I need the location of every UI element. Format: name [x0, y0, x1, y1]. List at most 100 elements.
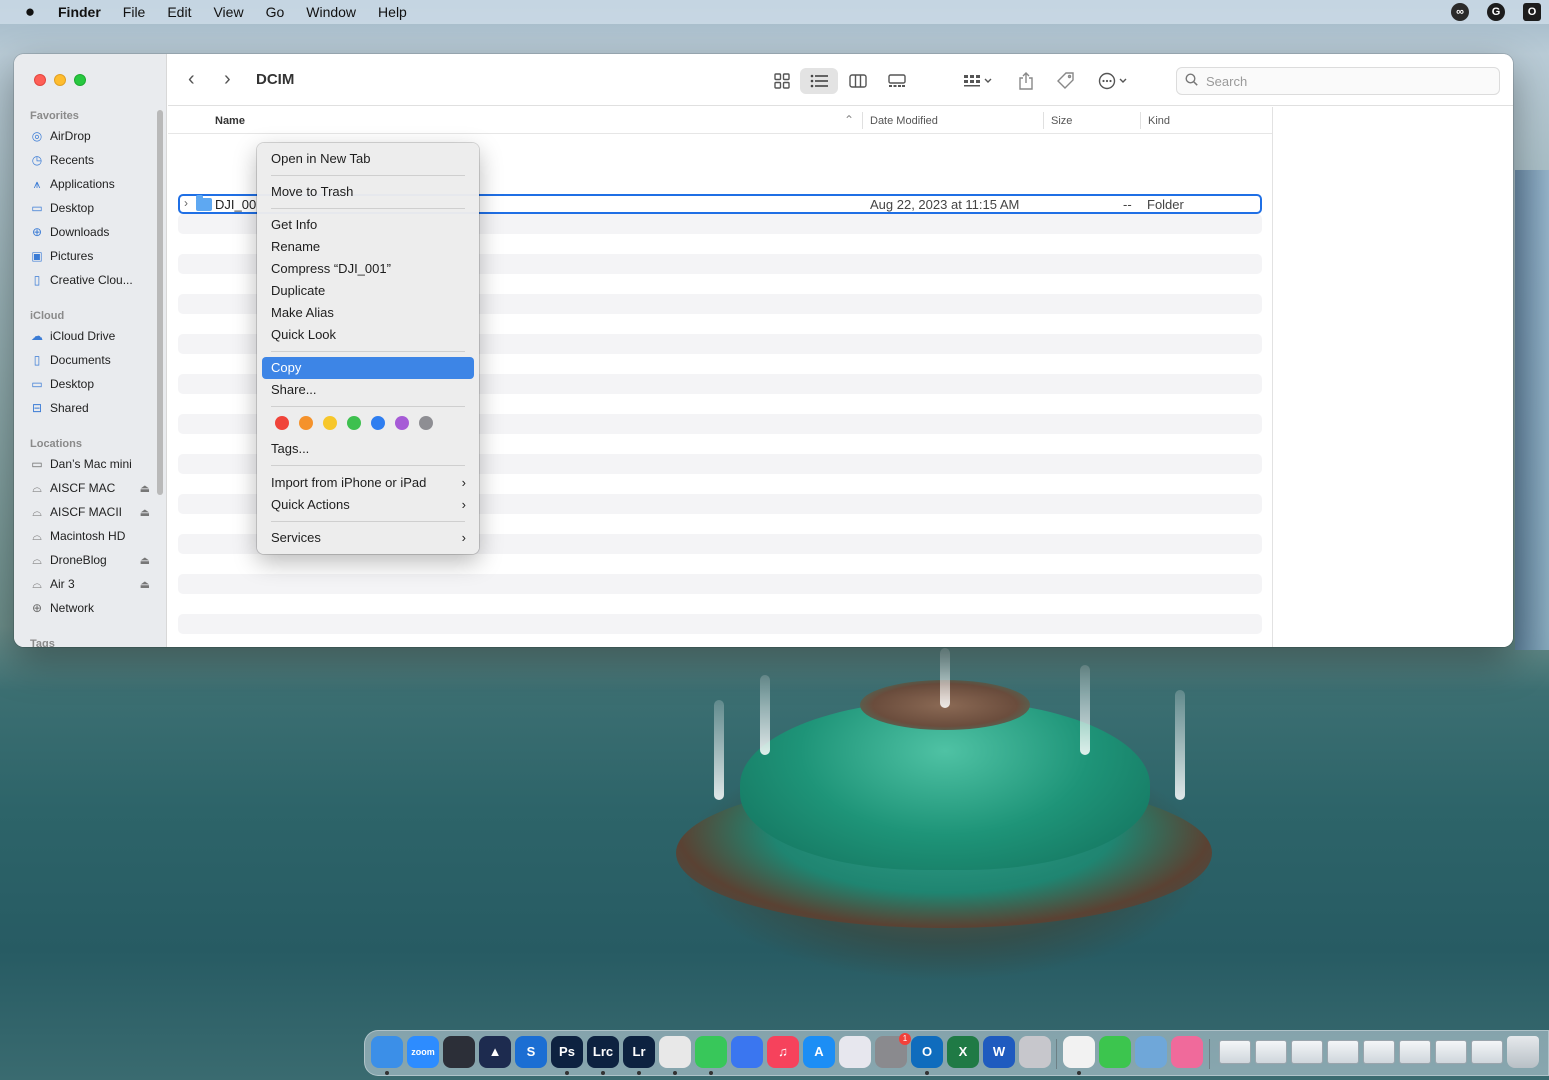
sidebar-item-macintosh-hd[interactable]: ⌓ Macintosh HD	[30, 526, 150, 546]
eject-icon[interactable]: ⏏	[140, 578, 150, 591]
tag-green-dot[interactable]	[347, 416, 361, 430]
davinci-resolve-icon[interactable]	[443, 1036, 475, 1068]
menu-item-tags[interactable]: Tags...	[262, 438, 474, 460]
outlook-icon[interactable]: O	[1523, 3, 1541, 21]
sidebar-item-pictures[interactable]: ▣ Pictures	[30, 246, 150, 266]
tag-red-dot[interactable]	[275, 416, 289, 430]
minimized-window-thumbnail[interactable]	[1363, 1040, 1395, 1064]
column-view-icon[interactable]	[844, 68, 872, 94]
menu-edit[interactable]: Edit	[167, 4, 191, 20]
menu-go[interactable]: Go	[266, 4, 285, 20]
affinity-icon[interactable]: ▲	[479, 1036, 511, 1068]
menu-item-make-alias[interactable]: Make Alias	[262, 302, 474, 324]
tag-orange-dot[interactable]	[299, 416, 313, 430]
photoshop-icon[interactable]: Ps	[551, 1036, 583, 1068]
menu-view[interactable]: View	[213, 4, 243, 20]
tag-yellow-dot[interactable]	[323, 416, 337, 430]
sidebar-item-desktop[interactable]: ▭ Desktop	[30, 198, 150, 218]
eject-icon[interactable]: ⏏	[140, 554, 150, 567]
disclosure-triangle-icon[interactable]: ›	[184, 196, 188, 210]
menu-window[interactable]: Window	[306, 4, 356, 20]
menu-item-share[interactable]: Share...	[262, 379, 474, 401]
tag-blue-dot[interactable]	[371, 416, 385, 430]
sidebar-item-air-3[interactable]: ⌓ Air 3 ⏏	[30, 574, 150, 594]
column-kind-header[interactable]: Kind	[1148, 115, 1170, 127]
tag-icon[interactable]	[1054, 68, 1078, 94]
group-by-icon[interactable]	[958, 68, 998, 94]
icon-view-icon[interactable]	[768, 68, 796, 94]
preview-icon[interactable]	[1135, 1036, 1167, 1068]
sidebar-item-recents[interactable]: ◷ Recents	[30, 150, 150, 170]
menu-app-name[interactable]: Finder	[58, 4, 101, 20]
grammarly-icon[interactable]: G	[1487, 3, 1505, 21]
back-chevron-icon[interactable]: ‹	[188, 68, 195, 91]
sidebar-item-network[interactable]: ⊕ Network	[30, 598, 150, 618]
eject-icon[interactable]: ⏏	[140, 482, 150, 495]
sidebar-item-icloud-drive[interactable]: ☁ iCloud Drive	[30, 326, 150, 346]
zoom-button[interactable]	[74, 74, 86, 86]
word-icon[interactable]: W	[983, 1036, 1015, 1068]
sidebar-item-shared[interactable]: ⊟ Shared	[30, 398, 150, 418]
share-icon[interactable]	[1014, 68, 1038, 94]
menu-item-services[interactable]: Services ›	[262, 527, 474, 549]
dvd-player-icon[interactable]	[1019, 1036, 1051, 1068]
search-field[interactable]	[1176, 67, 1500, 95]
menu-item-move-to-trash[interactable]: Move to Trash	[262, 181, 474, 203]
trash-icon[interactable]	[1507, 1036, 1539, 1068]
sidebar-item-droneblog[interactable]: ⌓ DroneBlog ⏏	[30, 550, 150, 570]
sidebar-scrollbar[interactable]	[157, 110, 163, 495]
menu-file[interactable]: File	[123, 4, 146, 20]
forward-chevron-icon[interactable]: ›	[224, 68, 231, 91]
messages-icon[interactable]	[695, 1036, 727, 1068]
apple-logo-icon[interactable]: ●	[18, 2, 42, 22]
close-button[interactable]	[34, 74, 46, 86]
excel-icon[interactable]: X	[947, 1036, 979, 1068]
minimized-window-thumbnail[interactable]	[1255, 1040, 1287, 1064]
list-view-icon[interactable]	[800, 68, 838, 94]
lightroom-classic-icon[interactable]: Lrc	[587, 1036, 619, 1068]
column-size-header[interactable]: Size	[1051, 115, 1072, 127]
menu-item-open-new-tab[interactable]: Open in New Tab	[262, 148, 474, 170]
minimized-window-thumbnail[interactable]	[1399, 1040, 1431, 1064]
column-divider[interactable]	[862, 112, 863, 129]
minimized-window-thumbnail[interactable]	[1291, 1040, 1323, 1064]
finder-icon[interactable]	[371, 1036, 403, 1068]
minimize-button[interactable]	[54, 74, 66, 86]
menu-item-quick-look[interactable]: Quick Look	[262, 324, 474, 346]
signal-icon[interactable]	[731, 1036, 763, 1068]
chrome-icon[interactable]	[659, 1036, 691, 1068]
column-divider[interactable]	[1043, 112, 1044, 129]
menu-item-duplicate[interactable]: Duplicate	[262, 280, 474, 302]
sidebar-item-documents[interactable]: ▯ Documents	[30, 350, 150, 370]
minimized-window-thumbnail[interactable]	[1435, 1040, 1467, 1064]
zoom-icon[interactable]: zoom	[407, 1036, 439, 1068]
sidebar-item-mac-mini[interactable]: ▭ Dan’s Mac mini	[30, 454, 150, 474]
menu-item-get-info[interactable]: Get Info	[262, 214, 474, 236]
menu-item-compress[interactable]: Compress “DJI_001”	[262, 258, 474, 280]
sidebar-item-downloads[interactable]: ⊕ Downloads	[30, 222, 150, 242]
tag-gray-dot[interactable]	[419, 416, 433, 430]
sidebar-item-aiscf-macii[interactable]: ⌓ AISCF MACII ⏏	[30, 502, 150, 522]
sidebar-item-icloud-desktop[interactable]: ▭ Desktop	[30, 374, 150, 394]
microsoft-store-icon[interactable]	[1063, 1036, 1095, 1068]
menu-item-copy[interactable]: Copy	[262, 357, 474, 379]
creative-cloud-icon[interactable]: ∞	[1451, 3, 1469, 21]
menu-item-quick-actions[interactable]: Quick Actions ›	[262, 494, 474, 516]
lightroom-icon[interactable]: Lr	[623, 1036, 655, 1068]
sidebar-item-airdrop[interactable]: ◎ AirDrop	[30, 126, 150, 146]
cleanmymac-icon[interactable]	[1171, 1036, 1203, 1068]
gallery-view-icon[interactable]	[882, 68, 912, 94]
sidebar-item-creative-cloud[interactable]: ▯ Creative Clou...	[30, 270, 150, 290]
tag-purple-dot[interactable]	[395, 416, 409, 430]
music-icon[interactable]: ♫	[767, 1036, 799, 1068]
menu-item-import-iphone[interactable]: Import from iPhone or iPad ›	[262, 472, 474, 494]
sidebar-item-aiscf-mac[interactable]: ⌓ AISCF MAC ⏏	[30, 478, 150, 498]
column-date-header[interactable]: Date Modified	[870, 115, 938, 127]
minimized-window-thumbnail[interactable]	[1471, 1040, 1503, 1064]
launchpad-icon[interactable]	[839, 1036, 871, 1068]
minimized-window-thumbnail[interactable]	[1219, 1040, 1251, 1064]
sort-ascending-icon[interactable]: ⌃	[844, 113, 854, 127]
menu-help[interactable]: Help	[378, 4, 407, 20]
column-name-header[interactable]: Name	[215, 115, 245, 127]
sidebar-item-applications[interactable]: ⩚ Applications	[30, 174, 150, 194]
